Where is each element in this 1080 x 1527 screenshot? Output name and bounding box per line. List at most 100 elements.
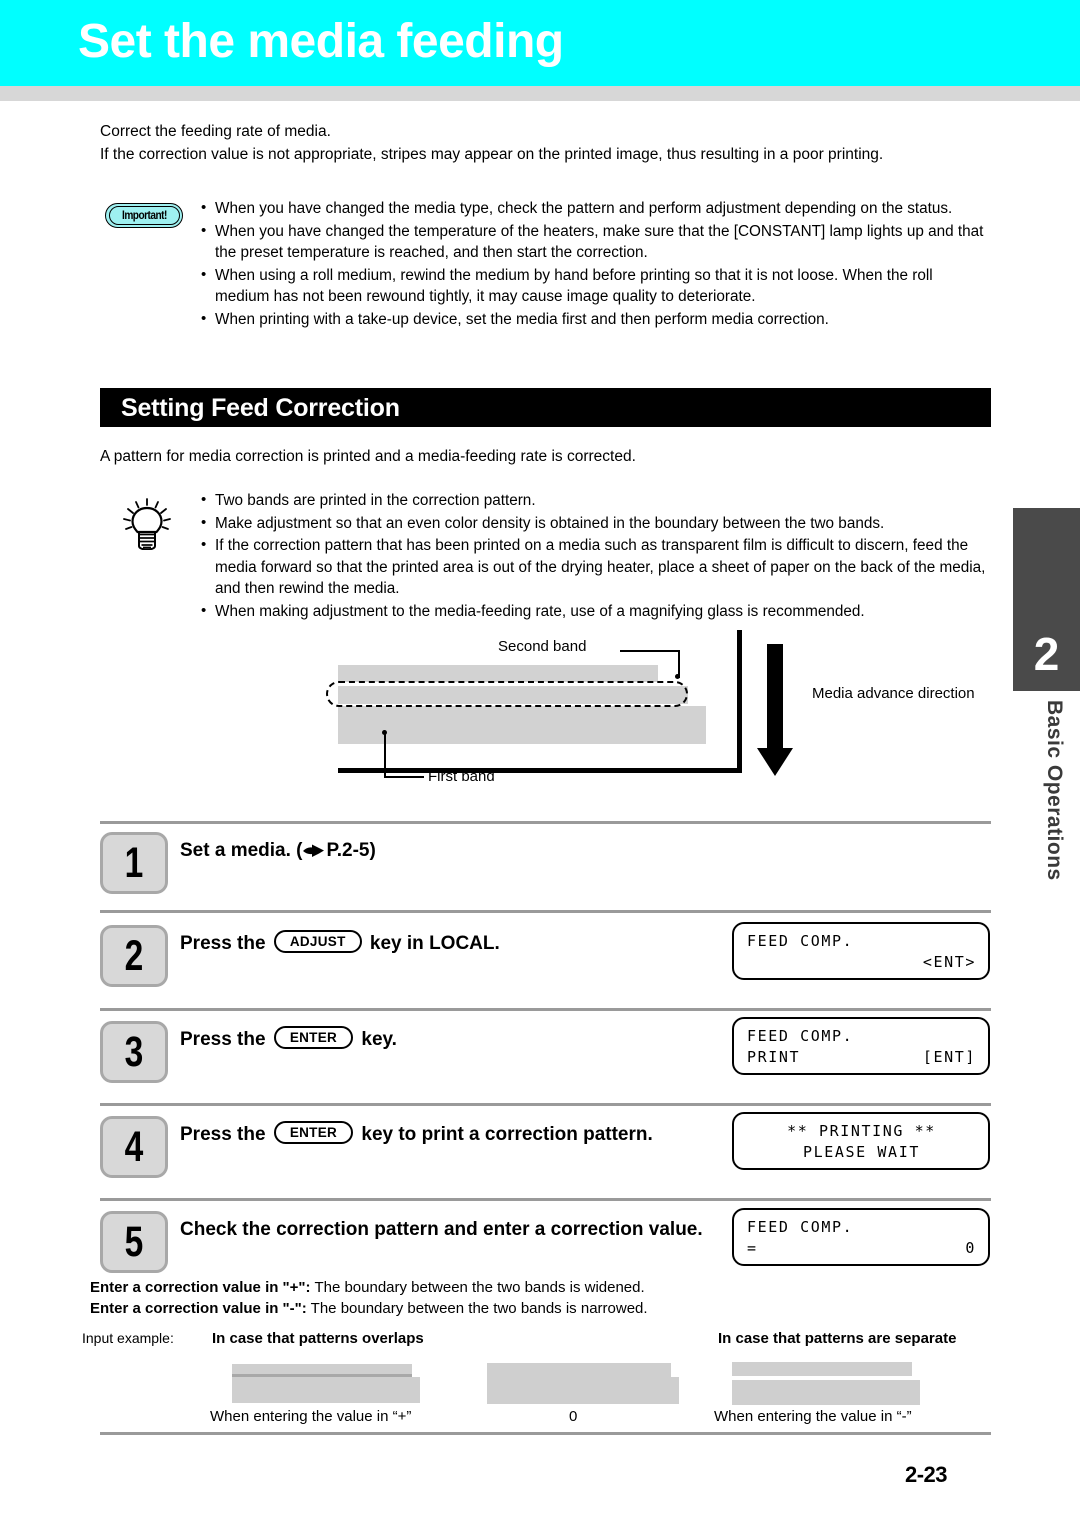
example-pattern-center-upper — [487, 1363, 671, 1377]
list-item: When making adjustment to the media-feed… — [198, 600, 990, 623]
intro-paragraphs: Correct the feeding rate of media. If th… — [100, 120, 990, 166]
enter-key-button[interactable]: ENTER — [273, 1026, 354, 1049]
list-item: When you have changed the media type, ch… — [198, 197, 990, 220]
list-item: Two bands are printed in the correction … — [198, 489, 990, 512]
step-number: 1 — [124, 838, 144, 887]
step-text-before: Press the — [180, 1124, 271, 1145]
important-icon-label: Important! — [121, 209, 167, 222]
leader-line — [620, 650, 680, 652]
example-heading-separate: In case that patterns are separate — [718, 1330, 957, 1347]
diagram-boundary-highlight — [326, 681, 688, 707]
example-pattern-right-upper — [732, 1362, 912, 1376]
step-page-reference[interactable]: P.2-5 — [327, 840, 370, 861]
leader-line — [384, 776, 424, 778]
step-number-badge: 3 — [100, 1021, 168, 1083]
lcd-line-1: FEED COMP. — [747, 931, 976, 952]
step-text-after: ) — [369, 840, 376, 861]
media-advance-arrow — [767, 644, 783, 752]
important-callout: Important! When you have changed the med… — [100, 197, 990, 331]
step-number: 4 — [124, 1122, 144, 1171]
step-number: 2 — [124, 931, 144, 980]
step-instruction: Press the ENTER key to print a correctio… — [180, 1121, 653, 1148]
lcd-line-2: = 0 — [747, 1238, 976, 1259]
note-text: The boundary between the two bands is wi… — [310, 1279, 645, 1296]
page-title: Set the media feeding — [78, 15, 564, 68]
adjust-key-button[interactable]: ADJUST — [273, 930, 362, 953]
chapter-tab: 2 — [1013, 508, 1080, 691]
intro-line-2: If the correction value is not appropria… — [100, 146, 884, 163]
bottom-divider — [100, 1432, 991, 1435]
diagram-frame-vertical — [737, 630, 742, 773]
step-number-badge: 2 — [100, 925, 168, 987]
page-number: 2-23 — [905, 1462, 948, 1487]
step-instruction: Press the ADJUST key in LOCAL. — [180, 930, 500, 957]
lcd-line-1: FEED COMP. — [747, 1026, 976, 1047]
pointing-hand-icon — [302, 844, 324, 857]
step-text-before: Press the — [180, 933, 271, 954]
step-instruction: Set a media. ( P.2-5) — [180, 837, 376, 864]
lcd-text: ** PRINTING ** — [787, 1122, 936, 1140]
lcd-line-2: <ENT> — [747, 952, 976, 973]
lcd-text: PLEASE WAIT — [803, 1143, 920, 1161]
lcd-text: <ENT> — [922, 953, 976, 971]
hint-callout: Two bands are printed in the correction … — [100, 489, 990, 623]
example-pattern-left-lower — [232, 1377, 420, 1403]
lcd-text: 0 — [965, 1239, 976, 1257]
note-text: The boundary between the two bands is na… — [306, 1300, 648, 1317]
step-divider — [100, 1103, 991, 1106]
step-text-before: Set a media. ( — [180, 840, 303, 861]
list-item: Make adjustment so that an even color de… — [198, 512, 990, 535]
diagram-band-first — [338, 706, 706, 744]
diagram-label-second-band: Second band — [498, 638, 587, 655]
lcd-line-2: PRINT [ENT] — [747, 1047, 976, 1068]
intro-line-1: Correct the feeding rate of media. — [100, 123, 331, 140]
list-item: If the correction pattern that has been … — [198, 534, 990, 600]
lcd-text: [ENT] — [922, 1048, 976, 1066]
example-caption-plus: When entering the value in “+” — [210, 1408, 412, 1425]
step-instruction: Press the ENTER key. — [180, 1026, 397, 1053]
lcd-text: FEED COMP. — [747, 932, 854, 950]
lcd-line-1: ** PRINTING ** — [747, 1121, 976, 1142]
example-caption-zero: 0 — [569, 1408, 578, 1425]
lcd-display-step-4: ** PRINTING ** PLEASE WAIT — [732, 1112, 990, 1170]
list-item: When using a roll medium, rewind the med… — [198, 264, 990, 308]
lcd-line-2: PLEASE WAIT — [747, 1142, 976, 1163]
lcd-text: FEED COMP. — [747, 1218, 854, 1236]
hint-bullet-list: Two bands are printed in the correction … — [198, 489, 990, 623]
step-divider — [100, 910, 991, 913]
step-divider — [100, 1198, 991, 1201]
correction-pattern-diagram: Second band First band Media advance dir… — [320, 630, 1000, 810]
step-divider — [100, 1008, 991, 1011]
note-label: Enter a correction value in "+": — [90, 1279, 311, 1296]
lcd-text: FEED COMP. — [747, 1027, 854, 1045]
step-5-note-minus: Enter a correction value in "-": The bou… — [90, 1298, 648, 1319]
chapter-number: 2 — [1033, 628, 1060, 680]
step-text-after: key in LOCAL. — [364, 933, 500, 954]
step-number: 5 — [124, 1217, 144, 1266]
important-icon: Important! — [105, 203, 183, 228]
chapter-tab-label: Basic Operations — [1043, 700, 1066, 881]
enter-key-button[interactable]: ENTER — [273, 1121, 354, 1144]
document-page: Set the media feeding Correct the feedin… — [0, 0, 1080, 1527]
lcd-text: = — [747, 1239, 758, 1257]
media-advance-arrow-head — [757, 748, 793, 776]
step-number-badge: 5 — [100, 1211, 168, 1273]
diagram-frame-horizontal — [338, 768, 742, 773]
example-pattern-center-lower — [487, 1377, 679, 1404]
section-intro-text: A pattern for media correction is printe… — [100, 448, 636, 465]
lightbulb-icon — [123, 498, 171, 550]
step-5-note-plus: Enter a correction value in "+": The bou… — [90, 1277, 645, 1298]
leader-dot — [675, 674, 680, 679]
header-underbar — [0, 86, 1080, 101]
step-text-after: key to print a correction pattern. — [356, 1124, 653, 1145]
step-text-before: Press the — [180, 1029, 271, 1050]
note-label: Enter a correction value in "-": — [90, 1300, 307, 1317]
lcd-display-step-3: FEED COMP. PRINT [ENT] — [732, 1017, 990, 1075]
step-number-badge: 1 — [100, 832, 168, 894]
input-example-label: Input example: — [82, 1330, 174, 1346]
step-number: 3 — [124, 1027, 144, 1076]
lcd-text: PRINT — [747, 1048, 801, 1066]
diagram-band-second — [338, 665, 658, 682]
example-caption-minus: When entering the value in “-” — [714, 1408, 912, 1425]
example-pattern-right-lower — [732, 1380, 920, 1405]
